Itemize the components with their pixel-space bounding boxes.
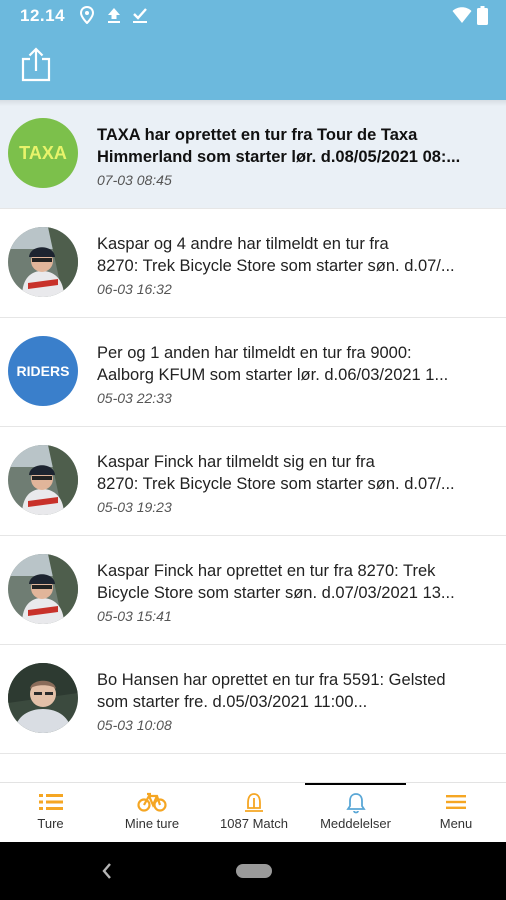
notification-text: Kaspar Finck har oprettet en tur fra 827… [97, 560, 495, 604]
notification-line-2: Himmerland som starter lør. d.08/05/2021… [97, 148, 461, 166]
tab-menu[interactable]: Menu [406, 783, 506, 843]
status-time: 12.14 [20, 6, 66, 25]
notification-text: Bo Hansen har oprettet en tur fra 5591: … [97, 669, 495, 713]
notification-line-2: Aalborg KFUM som starter lør. d.06/03/20… [97, 366, 449, 384]
tab-label: 1087 Match [220, 816, 288, 831]
avatar: TAXA [8, 118, 78, 188]
notification-time: 06-03 16:32 [97, 281, 172, 297]
notification-line-1: Per og 1 anden har tilmeldt en tur fra 9… [97, 344, 412, 362]
notification-item[interactable]: Kaspar Finck har oprettet en tur fra 827… [0, 536, 506, 645]
system-nav-bar [0, 842, 506, 900]
notification-line-1: Kaspar Finck har oprettet en tur fra 827… [97, 562, 436, 580]
app-bar-shadow [0, 100, 506, 106]
bell-icon [345, 793, 366, 814]
notification-line-2: 8270: Trek Bicycle Store som starter søn… [97, 257, 455, 275]
wifi-icon [452, 7, 472, 23]
notification-line-1: TAXA har oprettet en tur fra Tour de Tax… [97, 126, 418, 144]
tab-match[interactable]: 1087 Match [203, 783, 305, 843]
tab-label: Menu [439, 816, 473, 831]
notification-text: Per og 1 anden har tilmeldt en tur fra 9… [97, 342, 495, 386]
tab-label: Mine ture [124, 816, 180, 831]
notification-text: Kaspar og 4 andre har tilmeldt en tur fr… [97, 233, 495, 277]
notification-line-2: 8270: Trek Bicycle Store som starter søn… [97, 475, 455, 493]
notification-time: 07-03 08:45 [97, 172, 172, 188]
tab-mine-ture[interactable]: Mine ture [101, 783, 203, 843]
location-icon [80, 6, 94, 24]
bicycle-icon [137, 792, 167, 812]
bottom-nav: Ture Mine ture 1087 Match Meddelelser Me… [0, 782, 506, 842]
menu-icon [446, 795, 466, 809]
avatar [8, 227, 78, 297]
notification-text: Kaspar Finck har tilmeldt sig en tur fra… [97, 451, 495, 495]
back-chevron-icon[interactable] [100, 860, 114, 882]
app-bar [0, 32, 506, 100]
notification-line-2: Bicycle Store som starter søn. d.07/03/2… [97, 584, 455, 602]
avatar [8, 445, 78, 515]
notification-line-2: som starter fre. d.05/03/2021 11:00... [97, 693, 368, 711]
match-icon [245, 793, 263, 812]
tab-ture[interactable]: Ture [0, 783, 101, 843]
notification-line-1: Bo Hansen har oprettet en tur fra 5591: … [97, 671, 446, 689]
cyclist-photo [8, 227, 78, 297]
status-bar: 12.14 [0, 0, 506, 32]
notification-line-1: Kaspar Finck har tilmeldt sig en tur fra [97, 453, 375, 471]
notification-item[interactable]: Kaspar og 4 andre har tilmeldt en tur fr… [0, 209, 506, 318]
notification-time: 05-03 10:08 [97, 717, 172, 733]
avatar-text: TAXA [19, 142, 67, 163]
upload-icon [108, 8, 120, 23]
avatar-text: RIDERS [16, 363, 70, 379]
avatar [8, 663, 78, 733]
notification-line-1: Kaspar og 4 andre har tilmeldt en tur fr… [97, 235, 389, 253]
screen: { "status_bar": { "time": "12.14", "icon… [0, 0, 506, 900]
avatar: RIDERS [8, 336, 78, 406]
share-icon[interactable] [20, 46, 52, 82]
tab-meddelelser[interactable]: Meddelelser [305, 783, 406, 843]
notification-item[interactable]: TAXA TAXA har oprettet en tur fra Tour d… [0, 100, 506, 209]
list-icon [38, 794, 63, 810]
notification-time: 05-03 15:41 [97, 608, 172, 624]
cyclist-photo [8, 554, 78, 624]
notification-time: 05-03 19:23 [97, 499, 172, 515]
battery-icon [477, 6, 488, 25]
notification-item[interactable]: Bo Hansen har oprettet en tur fra 5591: … [0, 645, 506, 754]
notification-text: TAXA har oprettet en tur fra Tour de Tax… [97, 124, 495, 168]
notification-item[interactable]: RIDERS Per og 1 anden har tilmeldt en tu… [0, 318, 506, 427]
person-photo [8, 663, 78, 733]
avatar [8, 554, 78, 624]
tab-label: Ture [37, 816, 64, 831]
home-pill-icon[interactable] [236, 864, 272, 878]
cyclist-photo [8, 445, 78, 515]
notification-item[interactable]: Kaspar Finck har tilmeldt sig en tur fra… [0, 427, 506, 536]
download-done-icon [133, 8, 147, 23]
notification-list[interactable]: TAXA TAXA har oprettet en tur fra Tour d… [0, 100, 506, 782]
tab-label: Meddelelser [320, 816, 391, 831]
notification-time: 05-03 22:33 [97, 390, 172, 406]
